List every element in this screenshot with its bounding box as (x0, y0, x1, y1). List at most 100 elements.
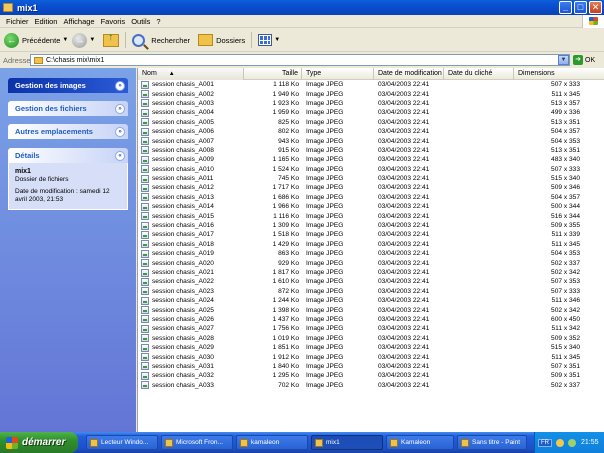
back-button[interactable]: ← Précédente ▼ (4, 32, 68, 48)
chevron-down-icon[interactable]: » (115, 126, 125, 137)
details-header[interactable]: Détails « (8, 148, 128, 163)
chevron-down-icon[interactable]: ▼ (274, 37, 280, 43)
chevron-down-icon[interactable]: ▼ (62, 37, 68, 43)
table-row[interactable]: session chasis_A027 1 756 Ko Image JPEG 03/… (138, 324, 604, 333)
file-modified: 03/04/2003 22:41 (378, 99, 430, 107)
file-tasks-panel[interactable]: Gestion des fichiers » (8, 101, 128, 116)
menu-favorites[interactable]: Favoris (101, 17, 126, 26)
table-row[interactable]: session chasis_A010 1 524 Ko Image JPEG 03/… (138, 165, 604, 174)
folders-button[interactable]: Dossiers (198, 34, 245, 46)
table-row[interactable]: session chasis_A005 825 Ko Image JPEG 03/04… (138, 118, 604, 127)
table-row[interactable]: session chasis_A018 1 429 Ko Image JPEG 03/… (138, 240, 604, 249)
table-row[interactable]: session chasis_A012 1 717 Ko Image JPEG 03/… (138, 183, 604, 192)
file-modified: 03/04/2003 22:41 (378, 128, 430, 136)
taskbar-item-paint[interactable]: Sans titre - Paint (457, 435, 527, 450)
language-indicator[interactable]: FR (538, 438, 552, 447)
taskbar-item-frontpage[interactable]: Microsoft Fron... (161, 435, 233, 450)
go-button[interactable]: ➜ OK (573, 55, 595, 65)
tray-icon[interactable] (556, 438, 564, 447)
other-places-panel[interactable]: Autres emplacements » (8, 124, 128, 139)
jpeg-file-icon (141, 371, 149, 380)
menu-edit[interactable]: Edition (35, 17, 58, 26)
other-places-header[interactable]: Autres emplacements » (8, 124, 128, 139)
taskbar-item-kamaleon-app[interactable]: Kamaleon (386, 435, 454, 450)
file-name: session chasis_A026 (138, 315, 244, 324)
image-tasks-panel[interactable]: Gestion des images » (8, 78, 128, 93)
table-row[interactable]: session chasis_A006 802 Ko Image JPEG 03/04… (138, 127, 604, 136)
file-tasks-header[interactable]: Gestion des fichiers » (8, 101, 128, 116)
file-size: 1 912 Ko (272, 353, 299, 361)
chevron-up-icon[interactable]: « (115, 150, 125, 161)
table-row[interactable]: session chasis_A019 863 Ko Image JPEG 03/04… (138, 249, 604, 258)
column-header-taken[interactable]: Date du cliché (444, 68, 514, 80)
image-tasks-header[interactable]: Gestion des images » (8, 78, 128, 93)
table-row[interactable]: session chasis_A009 1 165 Ko Image JPEG 03/… (138, 155, 604, 164)
file-type: Image JPEG (306, 156, 344, 164)
table-row[interactable]: session chasis_A015 1 116 Ko Image JPEG 03/… (138, 211, 604, 221)
maximize-button[interactable]: □ (574, 1, 587, 14)
file-size: 863 Ko (278, 250, 299, 258)
jpeg-file-icon (141, 118, 149, 127)
chevron-down-icon[interactable]: » (115, 103, 125, 114)
chevron-down-icon[interactable]: » (115, 80, 125, 91)
details-body: mix1 Dossier de fichiers Date de modific… (8, 163, 128, 210)
table-row[interactable]: session chasis_A007 943 Ko Image JPEG 03/04… (138, 136, 604, 146)
column-header-size[interactable]: Taille (244, 68, 302, 80)
taskbar-item-media-player[interactable]: Lecteur Windo... (86, 435, 158, 450)
table-row[interactable]: session chasis_A008 915 Ko Image JPEG 03/04… (138, 146, 604, 155)
menu-view[interactable]: Affichage (63, 17, 94, 26)
views-button[interactable]: ▼ (258, 34, 280, 46)
file-dimensions: 504 x 353 (551, 137, 580, 145)
file-name-label: session chasis_A020 (152, 259, 214, 267)
table-row[interactable]: session chasis_A030 1 912 Ko Image JPEG 03/… (138, 352, 604, 362)
table-row[interactable]: session chasis_A024 1 244 Ko Image JPEG 03/… (138, 296, 604, 305)
menu-file[interactable]: Fichier (6, 17, 29, 26)
table-row[interactable]: session chasis_A025 1 398 Ko Image JPEG 03/… (138, 305, 604, 315)
column-header-type[interactable]: Type (302, 68, 374, 80)
table-row[interactable]: session chasis_A031 1 840 Ko Image JPEG 03/… (138, 362, 604, 371)
table-row[interactable]: session chasis_A023 872 Ko Image JPEG 03/04… (138, 287, 604, 296)
file-type: Image JPEG (306, 118, 344, 126)
search-button[interactable]: Rechercher (132, 33, 190, 47)
back-label: Précédente (22, 35, 61, 45)
table-row[interactable]: session chasis_A004 1 959 Ko Image JPEG 03/… (138, 108, 604, 117)
table-row[interactable]: session chasis_A026 1 437 Ko Image JPEG 03/… (138, 315, 604, 324)
menu-help[interactable]: ? (156, 17, 160, 26)
forward-button[interactable]: → ▼ (72, 32, 95, 48)
table-row[interactable]: session chasis_A022 1 610 Ko Image JPEG 03/… (138, 277, 604, 286)
menu-tools[interactable]: Outils (131, 17, 150, 26)
table-row[interactable]: session chasis_A001 1 118 Ko Image JPEG 03/… (138, 80, 604, 89)
table-row[interactable]: session chasis_A013 1 686 Ko Image JPEG 03/… (138, 193, 604, 202)
table-row[interactable]: session chasis_A016 1 309 Ko Image JPEG 03/… (138, 221, 604, 230)
table-row[interactable]: session chasis_A011 745 Ko Image JPEG 03/04… (138, 174, 604, 183)
table-row[interactable]: session chasis_A003 1 923 Ko Image JPEG 03/… (138, 99, 604, 108)
table-row[interactable]: session chasis_A033 702 Ko Image JPEG 03/04… (138, 381, 604, 390)
chevron-down-icon[interactable]: ▼ (558, 55, 569, 65)
table-row[interactable]: session chasis_A017 1 518 Ko Image JPEG 03/… (138, 230, 604, 239)
start-button[interactable]: démarrer (0, 432, 78, 453)
tray-icon[interactable] (568, 438, 576, 447)
up-folder-button[interactable] (103, 32, 120, 47)
table-row[interactable]: session chasis_A029 1 851 Ko Image JPEG 03/… (138, 343, 604, 352)
chevron-down-icon[interactable]: ▼ (89, 37, 95, 43)
column-header-modified[interactable]: Date de modification (374, 68, 444, 80)
address-input[interactable]: C:\chasis mix\mix1 ▼ (30, 54, 570, 66)
file-size: 1 756 Ko (272, 325, 299, 333)
close-button[interactable]: ✕ (589, 1, 602, 14)
title-bar[interactable]: mix1 _ □ ✕ (0, 0, 604, 15)
table-row[interactable]: session chasis_A032 1 295 Ko Image JPEG 03/… (138, 371, 604, 380)
column-header-dimensions[interactable]: Dimensions (514, 68, 604, 80)
table-row[interactable]: session chasis_A021 1 817 Ko Image JPEG 03/… (138, 268, 604, 277)
taskbar-item-kamaleon-folder[interactable]: kamaleon (236, 435, 308, 450)
table-row[interactable]: session chasis_A020 929 Ko Image JPEG 03/04… (138, 258, 604, 268)
file-size: 1 437 Ko (272, 315, 299, 323)
table-row[interactable]: session chasis_A014 1 966 Ko Image JPEG 03/… (138, 202, 604, 211)
column-header-name[interactable]: Nom ▲ (138, 68, 244, 80)
table-row[interactable]: session chasis_A002 1 949 Ko Image JPEG 03/… (138, 89, 604, 99)
file-name: session chasis_A022 (138, 277, 244, 286)
frontpage-icon (165, 438, 173, 447)
jpeg-file-icon (141, 334, 149, 343)
taskbar-item-mix1[interactable]: mix1 (311, 435, 383, 450)
minimize-button[interactable]: _ (559, 1, 572, 14)
table-row[interactable]: session chasis_A028 1 019 Ko Image JPEG 03/… (138, 334, 604, 343)
